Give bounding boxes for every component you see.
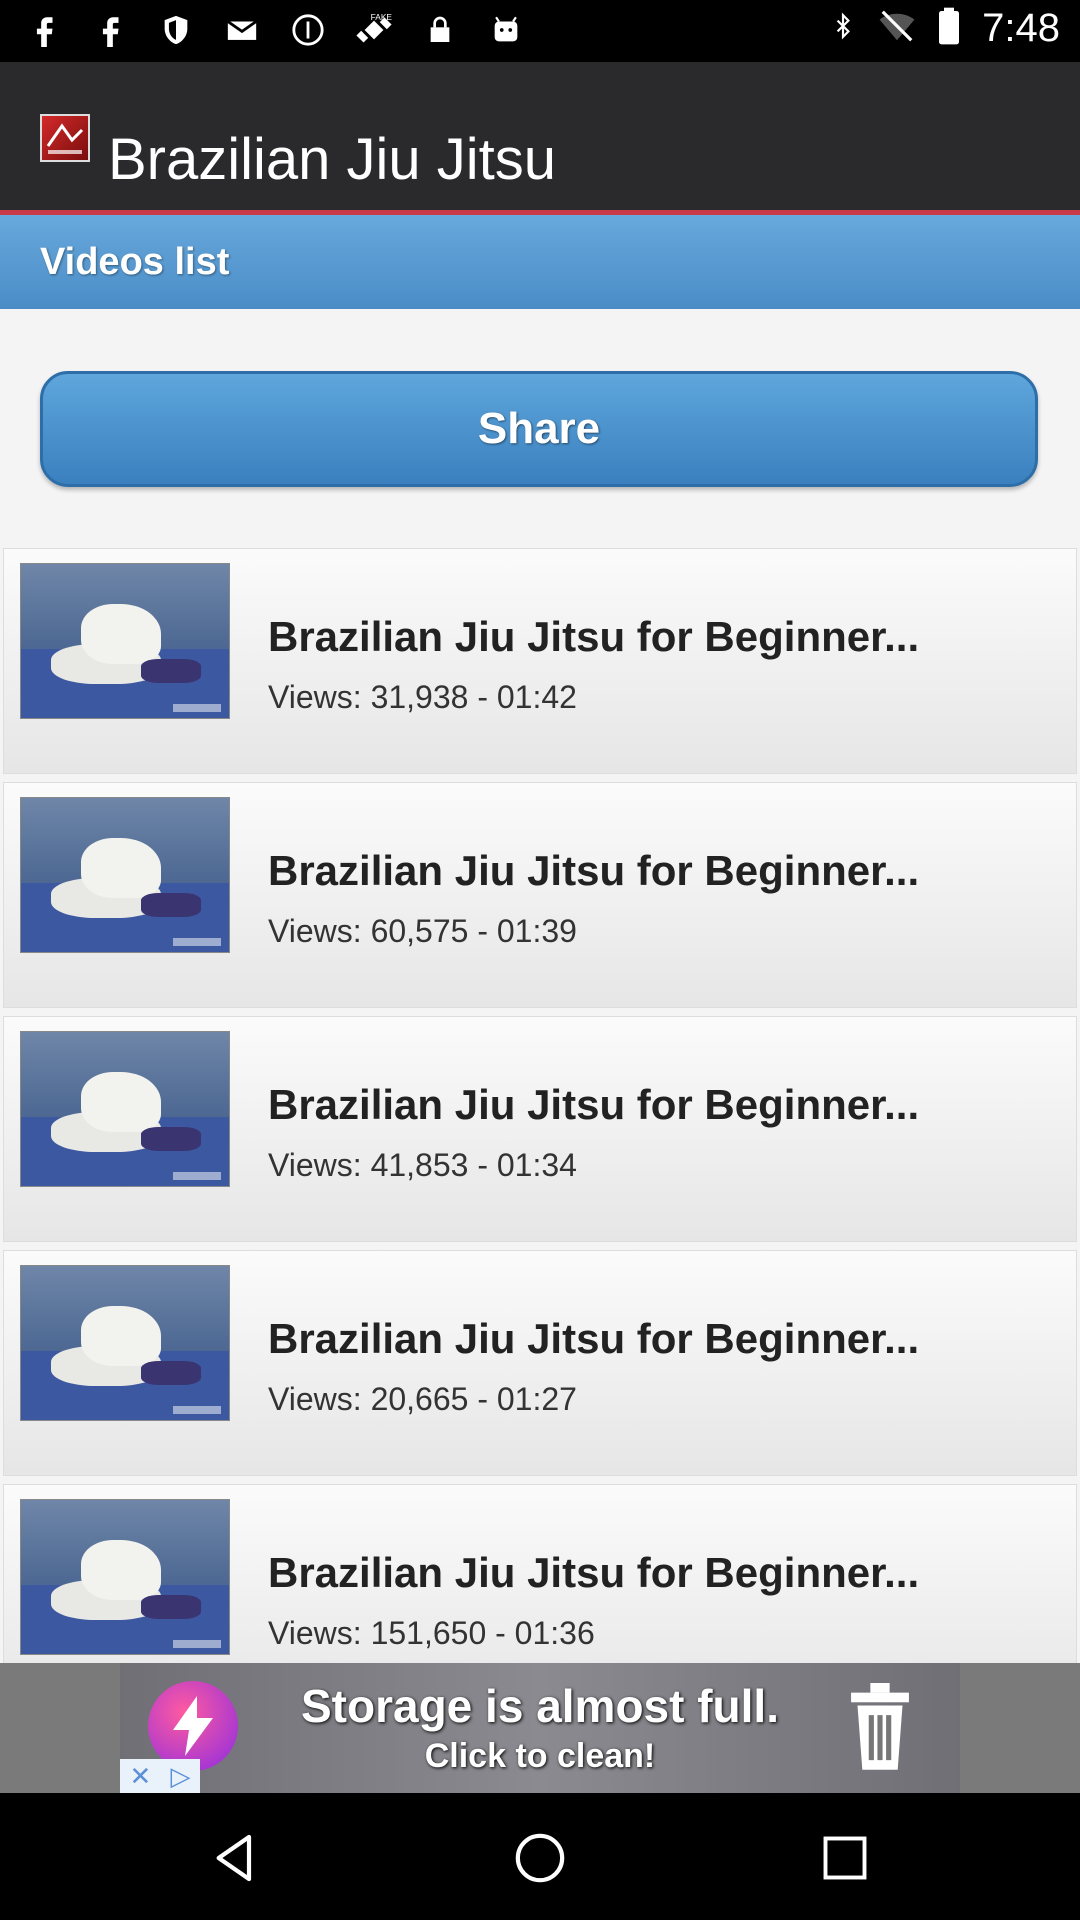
- recents-icon[interactable]: [810, 1823, 880, 1893]
- ad-close-controls[interactable]: ✕ ▷: [120, 1759, 200, 1793]
- satellite-icon: FAKE: [354, 10, 394, 50]
- battery-icon: [938, 6, 960, 51]
- video-title: Brazilian Jiu Jitsu for Beginner...: [268, 1081, 920, 1128]
- video-thumbnail[interactable]: [20, 1499, 230, 1655]
- video-thumbnail[interactable]: [20, 797, 230, 953]
- close-icon[interactable]: ✕: [130, 1761, 152, 1792]
- ad-area: Storage is almost full. Click to clean! …: [0, 1663, 1080, 1793]
- section-header: Videos list: [0, 215, 1080, 309]
- notification-icons: FAKE: [24, 10, 526, 50]
- app-bar: Brazilian Jiu Jitsu: [0, 62, 1080, 210]
- fake-label: FAKE: [371, 12, 393, 22]
- content-area: Share Brazilian Jiu Jitsu for Beginner..…: [0, 309, 1080, 1663]
- video-meta: Views: 60,575 - 01:39: [268, 913, 577, 949]
- ad-subline: Click to clean!: [424, 1737, 656, 1775]
- video-list: Brazilian Jiu Jitsu for Beginner... View…: [0, 548, 1080, 1663]
- video-title: Brazilian Jiu Jitsu for Beginner...: [268, 1315, 920, 1362]
- video-meta: Views: 20,665 - 01:27: [268, 1381, 577, 1417]
- list-item[interactable]: Brazilian Jiu Jitsu for Beginner... View…: [3, 1016, 1077, 1242]
- bluetooth-icon: [830, 6, 856, 51]
- system-status: 7:48: [830, 6, 1060, 51]
- clock: 7:48: [982, 6, 1060, 50]
- video-title: Brazilian Jiu Jitsu for Beginner...: [268, 847, 920, 894]
- share-button[interactable]: Share: [40, 371, 1038, 487]
- app-logo[interactable]: [40, 114, 90, 162]
- status-bar: FAKE 7:48: [0, 0, 1080, 62]
- facebook-icon: [24, 10, 64, 50]
- video-thumbnail[interactable]: [20, 563, 230, 719]
- video-meta: Views: 151,650 - 01:36: [268, 1615, 595, 1651]
- facebook-icon: [90, 10, 130, 50]
- list-item[interactable]: Brazilian Jiu Jitsu for Beginner... View…: [3, 1250, 1077, 1476]
- coin-icon: [288, 10, 328, 50]
- video-title: Brazilian Jiu Jitsu for Beginner...: [268, 1549, 920, 1596]
- app-title: Brazilian Jiu Jitsu: [108, 127, 557, 192]
- trash-icon: [840, 1683, 920, 1773]
- video-meta: Views: 31,938 - 01:42: [268, 679, 577, 715]
- video-thumbnail[interactable]: [20, 1265, 230, 1421]
- video-title: Brazilian Jiu Jitsu for Beginner...: [268, 613, 920, 660]
- adchoices-icon[interactable]: ▷: [170, 1761, 190, 1792]
- section-title: Videos list: [40, 241, 230, 283]
- home-icon[interactable]: [505, 1823, 575, 1893]
- list-item[interactable]: Brazilian Jiu Jitsu for Beginner... View…: [3, 1484, 1077, 1663]
- navigation-bar: [0, 1793, 1080, 1920]
- ad-banner[interactable]: Storage is almost full. Click to clean!: [120, 1663, 960, 1793]
- ad-headline: Storage is almost full.: [301, 1680, 779, 1732]
- lock-icon: [420, 10, 460, 50]
- list-item[interactable]: Brazilian Jiu Jitsu for Beginner... View…: [3, 782, 1077, 1008]
- wifi-off-icon: [878, 7, 916, 50]
- mail-icon: [222, 10, 262, 50]
- video-meta: Views: 41,853 - 01:34: [268, 1147, 577, 1183]
- android-icon: [486, 10, 526, 50]
- shield-icon: [156, 10, 196, 50]
- video-thumbnail[interactable]: [20, 1031, 230, 1187]
- back-icon[interactable]: [200, 1823, 270, 1893]
- list-item[interactable]: Brazilian Jiu Jitsu for Beginner... View…: [3, 548, 1077, 774]
